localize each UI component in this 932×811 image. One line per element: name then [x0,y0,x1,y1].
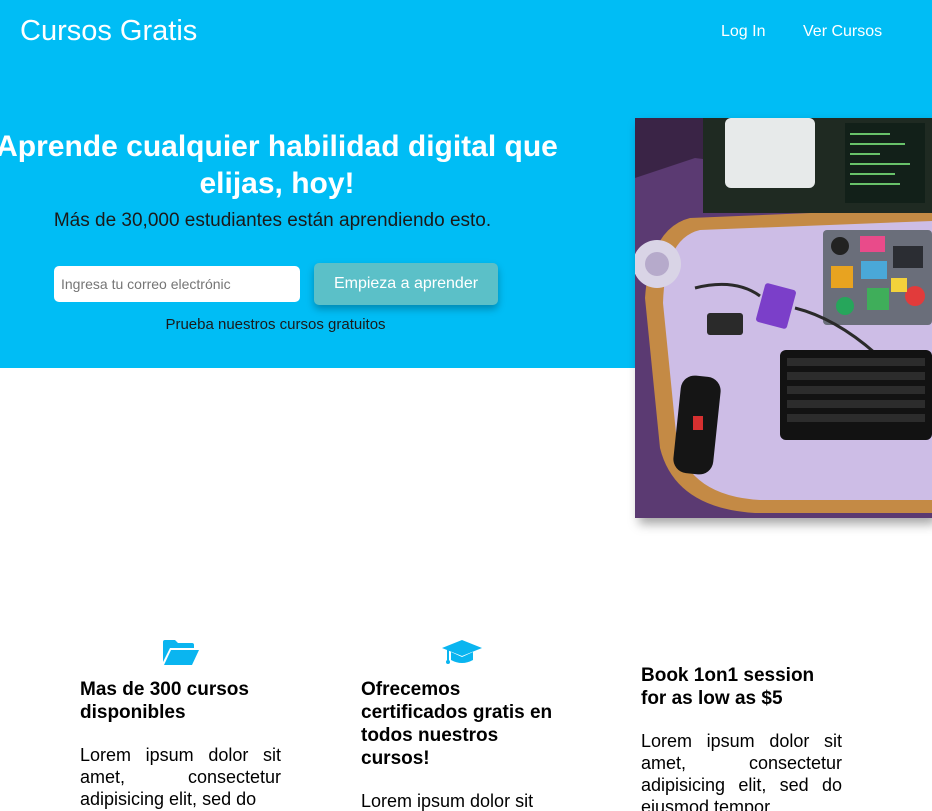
hero-image [635,118,932,518]
free-courses-link[interactable]: Prueba nuestros cursos gratuitos [0,316,551,333]
feature-title: Mas de 300 cursos disponibles [80,679,249,723]
email-input[interactable] [54,266,300,302]
brand-logo[interactable]: Cursos Gratis [20,15,197,48]
start-learning-button[interactable]: Empieza a aprender [314,263,498,305]
folder-open-icon [80,638,281,668]
feature-title: Book 1on1 session for as low as $5 [641,665,815,709]
nav-courses-link[interactable]: Ver Cursos [803,23,882,41]
landing-page: Cursos Gratis Log In Ver Cursos Aprende … [0,0,932,811]
feature-text: Lorem ipsum dolor sit amet, consectetur … [641,731,842,811]
feature-text: Lorem ipsum dolor sit amet, consectetur … [80,745,281,809]
feature-text: Lorem ipsum dolor sit [361,791,534,811]
feature-title: Ofrecemos certificados gratis en todos n… [361,679,553,769]
feature-courses: Mas de 300 cursos disponibles Lorem ipsu… [80,638,281,810]
feature-certificates: Ofrecemos certificados gratis en todos n… [361,638,562,811]
hero-subtitle: Más de 30,000 estudiantes están aprendie… [53,210,492,231]
nav-login-link[interactable]: Log In [721,23,765,41]
hero-title: Aprende cualquier habilidad digital que … [0,130,558,200]
feature-sessions: Book 1on1 session for as low as $5 Lorem… [641,664,842,811]
graduation-cap-icon [361,638,562,668]
